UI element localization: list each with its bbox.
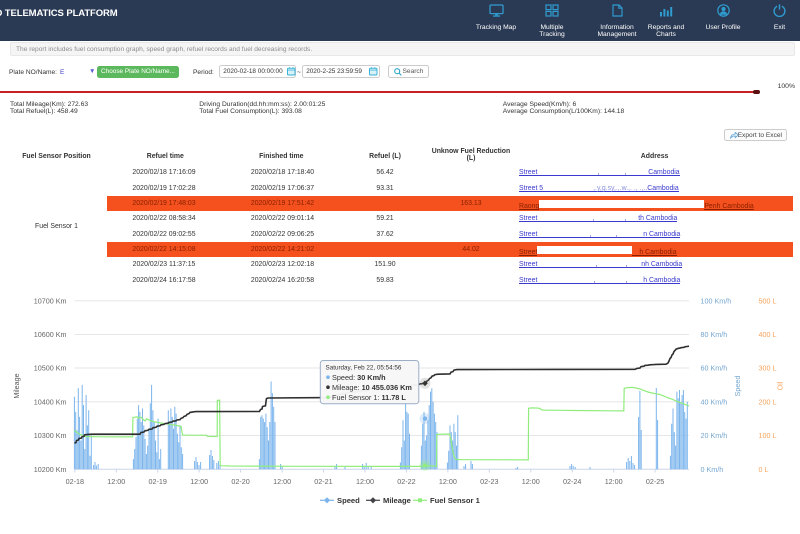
svg-text:12:00: 12:00 <box>273 477 291 486</box>
svg-text:02-21: 02-21 <box>314 477 332 486</box>
svg-text:02-25: 02-25 <box>646 477 664 486</box>
svg-text:02-20: 02-20 <box>231 477 249 486</box>
svg-text:60 Km/h: 60 Km/h <box>701 364 728 373</box>
svg-text:Mileage: 10 455.036 Km: Mileage: 10 455.036 Km <box>332 383 412 392</box>
svg-text:Saturday, Feb 22, 05:54:56: Saturday, Feb 22, 05:54:56 <box>326 365 402 372</box>
svg-text:Fuel Sensor 1: Fuel Sensor 1 <box>430 496 481 505</box>
svg-text:Speed: Speed <box>337 496 360 505</box>
svg-text:80 Km/h: 80 Km/h <box>701 330 728 339</box>
svg-text:10300 Km: 10300 Km <box>34 431 67 440</box>
svg-text:10400 Km: 10400 Km <box>34 397 67 406</box>
svg-text:12:00: 12:00 <box>356 477 374 486</box>
svg-text:400 L: 400 L <box>759 330 777 339</box>
svg-text:02-18: 02-18 <box>66 477 84 486</box>
svg-text:500 L: 500 L <box>759 296 777 305</box>
svg-text:Speed: Speed <box>733 376 742 397</box>
svg-text:0 L: 0 L <box>759 465 769 474</box>
svg-text:10600 Km: 10600 Km <box>34 330 67 339</box>
svg-text:02-24: 02-24 <box>563 477 581 486</box>
svg-text:12:00: 12:00 <box>605 477 623 486</box>
svg-text:Fuel Sensor 1: 11.78 L: Fuel Sensor 1: 11.78 L <box>332 393 406 402</box>
svg-text:20 Km/h: 20 Km/h <box>701 431 728 440</box>
svg-text:12:00: 12:00 <box>107 477 125 486</box>
svg-text:02-22: 02-22 <box>397 477 415 486</box>
svg-text:12:00: 12:00 <box>439 477 457 486</box>
svg-text:40 Km/h: 40 Km/h <box>701 397 728 406</box>
svg-text:10200 Km: 10200 Km <box>34 465 67 474</box>
svg-text:Speed: 30 Km/h: Speed: 30 Km/h <box>332 373 386 382</box>
svg-text:10700 Km: 10700 Km <box>34 296 67 305</box>
svg-text:12:00: 12:00 <box>190 477 208 486</box>
svg-text:300 L: 300 L <box>759 364 777 373</box>
svg-text:Mileage: Mileage <box>12 373 21 398</box>
svg-text:Oil: Oil <box>776 381 785 390</box>
svg-text:12:00: 12:00 <box>522 477 540 486</box>
svg-text:10500 Km: 10500 Km <box>34 364 67 373</box>
svg-text:0 Km/h: 0 Km/h <box>701 465 724 474</box>
svg-text:Mileage: Mileage <box>383 496 411 505</box>
svg-text:100 L: 100 L <box>759 431 777 440</box>
svg-text:02-19: 02-19 <box>149 477 167 486</box>
svg-text:02-23: 02-23 <box>480 477 498 486</box>
svg-text:200 L: 200 L <box>759 397 777 406</box>
svg-text:100 Km/h: 100 Km/h <box>701 296 732 305</box>
